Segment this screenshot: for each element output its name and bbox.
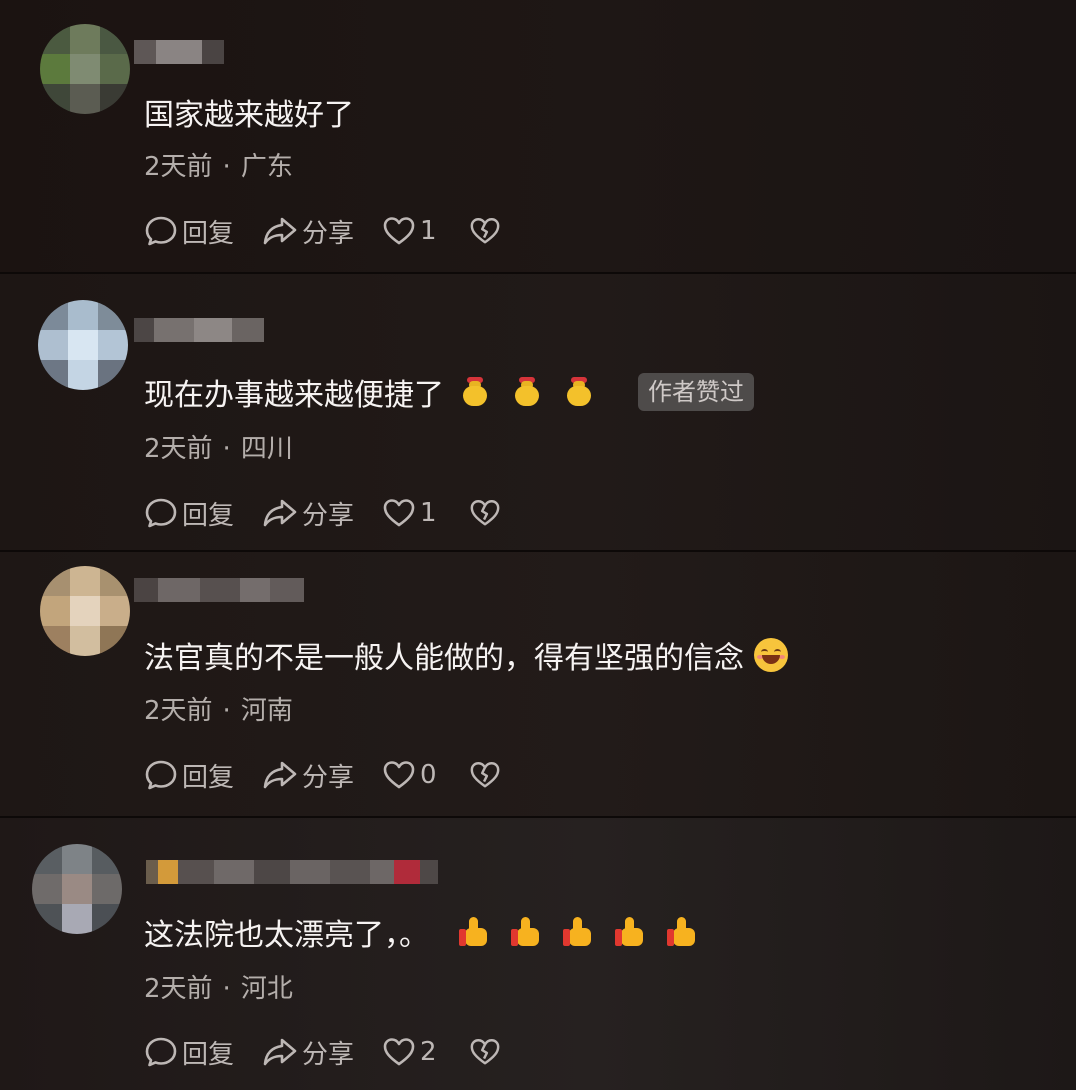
like-button[interactable]: 1 [382,496,437,530]
dislike-button[interactable] [469,759,501,791]
money-bag-emoji [514,377,540,407]
share-button[interactable]: 分享 [262,213,354,250]
avatar[interactable] [38,300,128,390]
comment-actions: 回复 分享 2 [144,1034,501,1070]
heart-icon [383,1038,415,1066]
comment-text: 国家越来越好了 [144,98,354,133]
reply-label: 回复 [182,500,235,531]
money-bag-emoji [566,377,592,407]
reply-label: 回复 [182,1039,235,1070]
share-label: 分享 [302,218,355,249]
comment-list: 国家越来越好了 2天前 · 广东 回复 分享 1 现在办事越来越便捷了 作者赞过… [0,0,1076,1090]
broken-heart-icon [470,218,499,244]
share-arrow-icon [263,1038,297,1066]
like-count: 1 [420,216,437,246]
share-arrow-icon [263,217,297,245]
reply-bubble-icon [145,216,177,246]
comment-item: 这法院也太漂亮了，。 2天前 · 河北 回复 分享 2 [0,818,1076,1090]
username-blurred[interactable] [146,860,438,884]
like-count: 1 [420,498,437,528]
username-blurred[interactable] [134,318,264,342]
thumbs-up-emoji [511,917,541,947]
share-button[interactable]: 分享 [262,495,354,532]
smile-emoji [754,638,788,672]
username-blurred[interactable] [134,578,304,602]
like-button[interactable]: 0 [382,758,437,792]
comment-meta: 2天前 · 河北 [144,968,293,1005]
meta-separator: · [222,974,231,1004]
broken-heart-icon [470,1039,499,1065]
heart-icon [383,217,415,245]
reply-button[interactable]: 回复 [144,495,234,532]
share-button[interactable]: 分享 [262,1034,354,1071]
dislike-button[interactable] [469,215,501,247]
heart-icon [383,761,415,789]
comment-actions: 回复 分享 1 [144,213,501,249]
comment-text-row: 这法院也太漂亮了，。 [144,912,697,953]
comment-location: 四川 [240,434,293,464]
thumbs-up-emoji [615,917,645,947]
broken-heart-icon [470,500,499,526]
comment-text: 现在办事越来越便捷了 [144,378,444,413]
heart-icon [383,499,415,527]
comment-actions: 回复 分享 1 [144,495,501,531]
dislike-button[interactable] [469,1036,501,1068]
reply-bubble-icon [145,1037,177,1067]
avatar[interactable] [40,566,130,656]
thumbs-up-emoji [667,917,697,947]
share-label: 分享 [302,500,355,531]
comment-text: 法官真的不是一般人能做的，得有坚强的信念 [144,641,744,676]
broken-heart-icon [470,762,499,788]
thumbs-up-emoji [563,917,593,947]
like-button[interactable]: 2 [382,1035,437,1069]
share-arrow-icon [263,761,297,789]
comment-time: 2天前 [144,434,213,464]
comment-text-row: 现在办事越来越便捷了 作者赞过 [144,372,754,413]
reply-label: 回复 [182,218,235,249]
comment-meta: 2天前 · 河南 [144,690,293,727]
avatar[interactable] [40,24,130,114]
comment-text-row: 法官真的不是一般人能做的，得有坚强的信念 [144,634,788,676]
like-count: 2 [420,1037,437,1067]
share-arrow-icon [263,499,297,527]
share-button[interactable]: 分享 [262,757,354,794]
comment-time: 2天前 [144,152,213,182]
dislike-button[interactable] [469,497,501,529]
comment-location: 河南 [240,696,293,726]
meta-separator: · [222,152,231,182]
like-count: 0 [420,760,437,790]
comment-location: 河北 [240,974,293,1004]
share-label: 分享 [302,762,355,793]
comment-text: 这法院也太漂亮了，。 [144,918,429,953]
meta-separator: · [222,696,231,726]
comment-text-row: 国家越来越好了 [144,92,354,133]
money-bag-emoji [462,377,488,407]
comment-meta: 2天前 · 广东 [144,146,293,183]
reply-bubble-icon [145,760,177,790]
author-liked-badge: 作者赞过 [638,373,754,411]
reply-button[interactable]: 回复 [144,1034,234,1071]
reply-button[interactable]: 回复 [144,213,234,250]
share-label: 分享 [302,1039,355,1070]
comment-meta: 2天前 · 四川 [144,428,293,465]
meta-separator: · [222,434,231,464]
avatar[interactable] [32,844,122,934]
comment-time: 2天前 [144,974,213,1004]
reply-bubble-icon [145,498,177,528]
reply-label: 回复 [182,762,235,793]
thumbs-up-emoji [459,917,489,947]
comment-actions: 回复 分享 0 [144,757,501,793]
comment-time: 2天前 [144,696,213,726]
comment-location: 广东 [240,152,293,182]
comment-item: 法官真的不是一般人能做的，得有坚强的信念 2天前 · 河南 回复 分享 0 [0,552,1076,816]
username-blurred[interactable] [134,40,224,64]
comment-item: 现在办事越来越便捷了 作者赞过 2天前 · 四川 回复 分享 1 [0,274,1076,550]
comment-item: 国家越来越好了 2天前 · 广东 回复 分享 1 [0,0,1076,272]
like-button[interactable]: 1 [382,214,437,248]
reply-button[interactable]: 回复 [144,757,234,794]
